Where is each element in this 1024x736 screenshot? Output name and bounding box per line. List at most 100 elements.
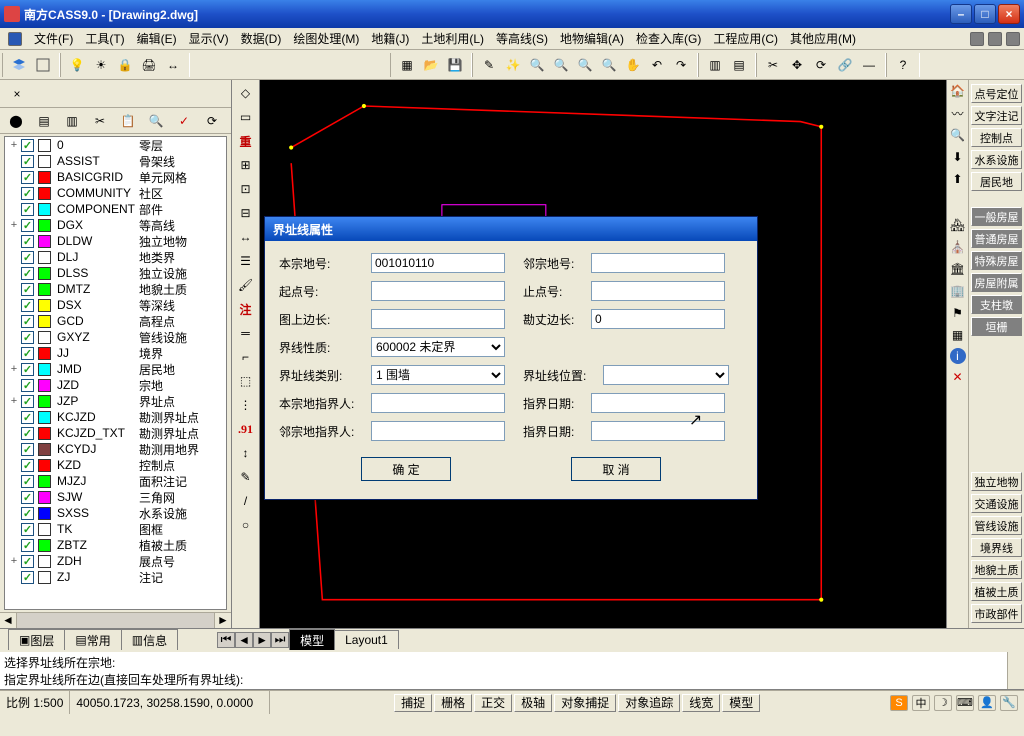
rtb-info-icon[interactable]: i — [950, 348, 966, 364]
layer-row[interactable]: BASICGRID单元网格 — [5, 169, 226, 185]
menu-view[interactable]: 显示(V) — [183, 28, 235, 49]
layer-row[interactable]: DLSS独立设施 — [5, 265, 226, 281]
layer-row[interactable]: KCYDJ勘测用地界 — [5, 441, 226, 457]
right-btn-点号定位[interactable]: 点号定位 — [971, 84, 1022, 103]
plotting-icon[interactable]: 🖨 — [138, 54, 160, 76]
tray-user-icon[interactable]: 👤 — [978, 695, 996, 711]
rtb-icon-7[interactable]: ⛪ — [949, 238, 967, 256]
select-jxxz[interactable]: 600002 未定界 — [371, 337, 505, 357]
swap-icon[interactable]: ↔ — [162, 54, 184, 76]
input-zjrq2[interactable] — [591, 421, 725, 441]
right-btn-居民地[interactable]: 居民地 — [971, 172, 1022, 191]
vtb-icon-9[interactable]: ═ — [235, 322, 257, 344]
zoom-window-icon[interactable]: 🔍 — [574, 54, 596, 76]
menu-cadastre[interactable]: 地籍(J) — [365, 28, 415, 49]
maximize-button[interactable]: □ — [974, 4, 996, 24]
layer-row[interactable]: ASSIST骨架线 — [5, 153, 226, 169]
menu-contour[interactable]: 等高线(S) — [490, 28, 554, 49]
rtb-icon-2[interactable]: 〰 — [949, 104, 967, 122]
vtb-icon-12[interactable]: ⋮ — [235, 394, 257, 416]
layer-row[interactable]: TK图框 — [5, 521, 226, 537]
pan-icon[interactable]: ✋ — [622, 54, 644, 76]
cmd-scrollbar[interactable] — [1007, 652, 1024, 689]
lock-icon[interactable]: 🔒 — [114, 54, 136, 76]
ltb-icon-3[interactable]: ▥ — [61, 110, 83, 132]
input-bzdzjr[interactable] — [371, 393, 505, 413]
vtb-icon-5[interactable]: ⊟ — [235, 202, 257, 224]
bulb-icon[interactable]: 💡 — [66, 54, 88, 76]
layer-row[interactable]: COMMUNITY社区 — [5, 185, 226, 201]
layer-row[interactable]: DLDW独立地物 — [5, 233, 226, 249]
ltb-icon-7[interactable]: ✓ — [173, 110, 195, 132]
command-window[interactable]: 选择界址线所在宗地: 指定界址线所在边(直接回车处理所有界址线): — [0, 650, 1024, 690]
zoom-extent-icon[interactable]: 🔍 — [598, 54, 620, 76]
vtb-icon-2[interactable]: ▭ — [235, 106, 257, 128]
vtb-icon-3[interactable]: ⊞ — [235, 154, 257, 176]
misc2-icon[interactable]: ▤ — [728, 54, 750, 76]
ltb-icon-4[interactable]: ✂ — [89, 110, 111, 132]
vtb-icon-8[interactable]: 🖌 — [235, 274, 257, 296]
layer-row[interactable]: SJW三角网 — [5, 489, 226, 505]
vtb-icon-6[interactable]: ↔ — [235, 226, 257, 248]
vtb-icon-4[interactable]: ⊡ — [235, 178, 257, 200]
input-lzdh[interactable] — [591, 253, 725, 273]
zoom-in-icon[interactable]: 🔍 — [526, 54, 548, 76]
app-menu-icon[interactable] — [8, 32, 22, 46]
vtb-icon-13[interactable]: ↕ — [235, 442, 257, 464]
layer-row[interactable]: COMPONENT部件 — [5, 201, 226, 217]
mdi-close-icon[interactable] — [1006, 32, 1020, 46]
right-btn-特殊房屋[interactable]: 特殊房屋 — [971, 251, 1022, 270]
rtb-icon-1[interactable]: 🏠 — [949, 82, 967, 100]
right-btn-独立地物[interactable]: 独立地物 — [971, 472, 1022, 491]
right-btn-控制点[interactable]: 控制点 — [971, 128, 1022, 147]
vtb-icon-15[interactable]: / — [235, 490, 257, 512]
save-icon[interactable]: 💾 — [444, 54, 466, 76]
tab-layer[interactable]: ▣ 图层 — [8, 629, 65, 650]
tray-moon-icon[interactable]: ☽ — [934, 695, 952, 711]
rotate-icon[interactable]: ⟳ — [810, 54, 832, 76]
layer-row[interactable]: +JZP界址点 — [5, 393, 226, 409]
cancel-button[interactable]: 取 消 — [571, 457, 661, 481]
status-polar[interactable]: 极轴 — [514, 694, 552, 712]
close-button[interactable]: × — [998, 4, 1020, 24]
layer-row[interactable]: ZBTZ植被土质 — [5, 537, 226, 553]
rtb-icon-6[interactable]: 🏘 — [949, 216, 967, 234]
layer-row[interactable]: +DGX等高线 — [5, 217, 226, 233]
input-kzbc[interactable] — [591, 309, 725, 329]
ltb-icon-6[interactable]: 🔍 — [145, 110, 167, 132]
layer-row[interactable]: KCJZD_TXT勘测界址点 — [5, 425, 226, 441]
tab-layout1[interactable]: Layout1 — [334, 630, 399, 649]
vtb-icon-11[interactable]: ⬚ — [235, 370, 257, 392]
status-grid[interactable]: 栅格 — [434, 694, 472, 712]
menu-tools[interactable]: 工具(T) — [79, 28, 130, 49]
layer-row[interactable]: JZD宗地 — [5, 377, 226, 393]
ltb-icon-1[interactable]: ⬤ — [5, 110, 27, 132]
tray-cn-icon[interactable]: 中 — [912, 695, 930, 711]
menu-data[interactable]: 数据(D) — [235, 28, 288, 49]
mdi-restore-icon[interactable] — [988, 32, 1002, 46]
draw2-icon[interactable]: ✨ — [502, 54, 524, 76]
layer-row[interactable]: DMTZ地貌土质 — [5, 281, 226, 297]
status-snap[interactable]: 捕捉 — [394, 694, 432, 712]
vtb-icon-14[interactable]: ✎ — [235, 466, 257, 488]
menu-engineering[interactable]: 工程应用(C) — [707, 28, 784, 49]
rtb-icon-9[interactable]: 🏢 — [949, 282, 967, 300]
layers-icon[interactable] — [8, 54, 30, 76]
layer-row[interactable]: +JMD居民地 — [5, 361, 226, 377]
minimize-button[interactable]: – — [950, 4, 972, 24]
layer-row[interactable]: KZD控制点 — [5, 457, 226, 473]
layer-row[interactable]: SXSS水系设施 — [5, 505, 226, 521]
right-btn-房屋附属[interactable]: 房屋附属 — [971, 273, 1022, 292]
status-lineweight[interactable]: 线宽 — [682, 694, 720, 712]
status-osnap[interactable]: 对象捕捉 — [554, 694, 616, 712]
tab-nav-prev[interactable]: ◄ — [235, 632, 253, 648]
rtb-icon-11[interactable]: ▦ — [949, 326, 967, 344]
right-btn-垣栅[interactable]: 垣栅 — [971, 317, 1022, 336]
zoom-out-icon[interactable]: 🔍 — [550, 54, 572, 76]
sun-icon[interactable]: ☀ — [90, 54, 112, 76]
rtb-icon-8[interactable]: 🏛 — [949, 260, 967, 278]
layer-row[interactable]: +ZDH展点号 — [5, 553, 226, 569]
grid-icon[interactable]: ▦ — [396, 54, 418, 76]
right-btn-支柱墩[interactable]: 支柱墩 — [971, 295, 1022, 314]
right-btn-普通房屋[interactable]: 普通房屋 — [971, 229, 1022, 248]
